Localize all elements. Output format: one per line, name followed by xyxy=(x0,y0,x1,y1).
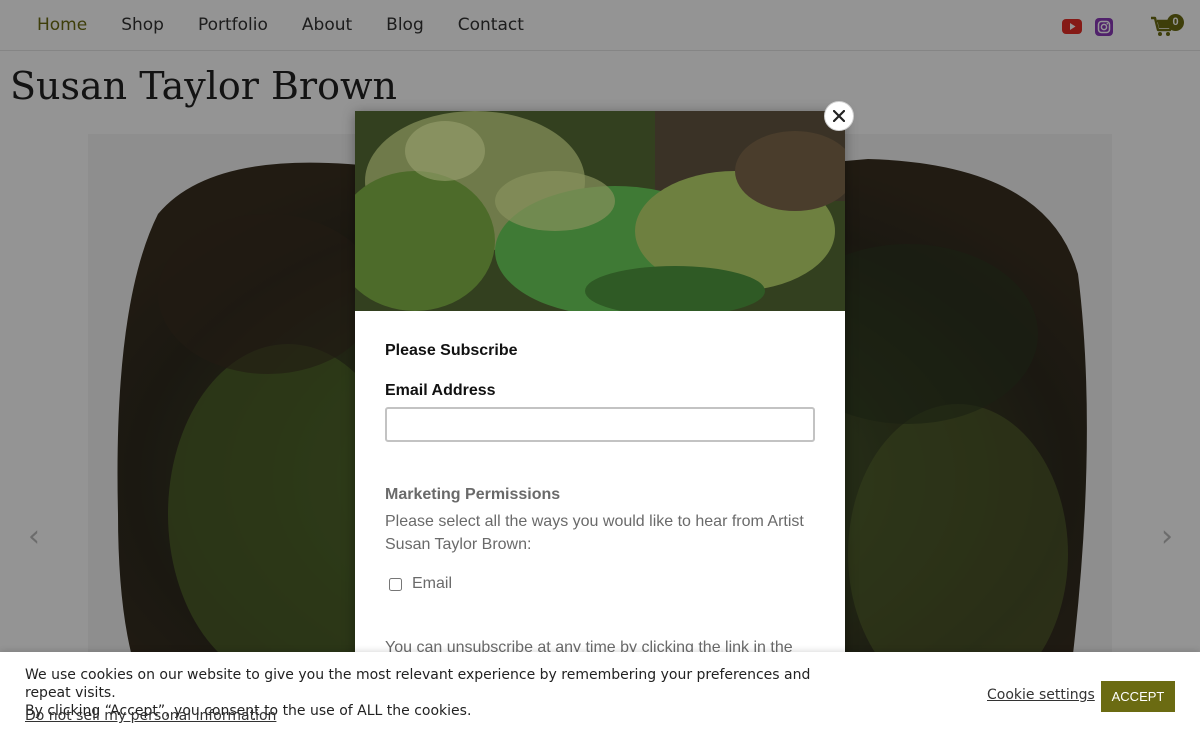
modal-heading: Please Subscribe xyxy=(385,342,518,359)
modal-close-button[interactable] xyxy=(824,101,854,131)
marketing-permissions-text: Please select all the ways you would lik… xyxy=(385,513,804,553)
subscribe-modal: Please Subscribe Email Address Marketing… xyxy=(355,111,845,680)
moss-artwork-photo xyxy=(355,111,845,316)
do-not-sell-link[interactable]: Do not sell my personal information xyxy=(25,708,276,724)
email-permission-label[interactable]: Email xyxy=(412,575,452,593)
email-label: Email Address xyxy=(385,382,496,399)
close-icon xyxy=(833,110,845,122)
email-permission-checkbox[interactable] xyxy=(389,578,402,591)
marketing-permissions-title: Marketing Permissions xyxy=(385,486,561,503)
cookie-link-period: . xyxy=(252,708,257,724)
email-address-input[interactable] xyxy=(385,407,815,442)
accept-cookies-button[interactable]: ACCEPT xyxy=(1101,681,1175,712)
cookie-settings-link[interactable]: Cookie settings xyxy=(987,687,1095,703)
cookie-message-line1: We use cookies on our website to give yo… xyxy=(25,667,811,701)
cookie-banner: We use cookies on our website to give yo… xyxy=(0,652,1200,740)
